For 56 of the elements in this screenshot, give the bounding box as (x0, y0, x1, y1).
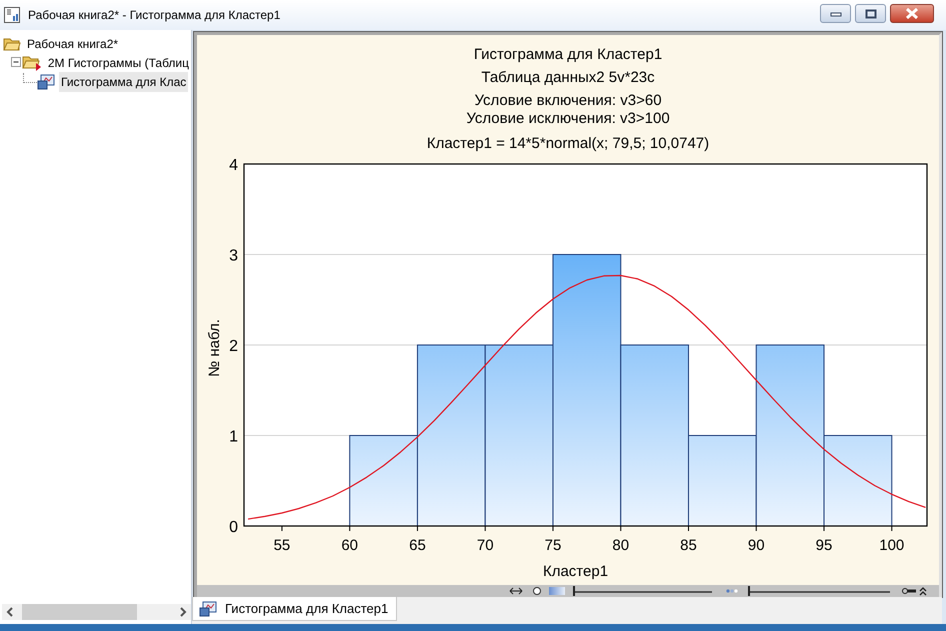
x-tick-mark (688, 526, 689, 532)
x-tick-label: 90 (748, 537, 765, 554)
tree-item[interactable]: Рабочая книга2* (25, 34, 120, 54)
y-tick-label: 3 (229, 248, 238, 264)
slider[interactable] (573, 586, 712, 596)
x-tick-label: 55 (274, 537, 290, 554)
folder-icon (3, 36, 21, 50)
chevron-up-icon[interactable] (919, 587, 927, 596)
tree-item[interactable]: Гистограмма для Клас (59, 72, 188, 92)
slider[interactable] (748, 586, 890, 596)
minimize-button[interactable] (820, 4, 851, 23)
x-tick-mark (416, 526, 418, 532)
color-swatch-icon[interactable] (549, 587, 565, 596)
y-tick-label: 2 (229, 338, 238, 355)
x-tick-mark (620, 526, 622, 532)
collapse-icon[interactable] (11, 57, 21, 68)
graph-icon (199, 600, 217, 617)
x-tick-label: 100 (879, 537, 904, 554)
maximize-icon (864, 8, 876, 18)
dots-icon[interactable] (726, 590, 738, 593)
move-icon[interactable] (510, 588, 522, 595)
scrollbar-thumb[interactable] (22, 604, 137, 620)
window-title: Рабочая книга2* - Гистограмма для Кластер1 (28, 7, 280, 24)
x-tick-mark (552, 526, 554, 532)
x-tick-mark (756, 526, 757, 532)
x-tick-mark (484, 526, 486, 532)
x-tick-mark (281, 526, 282, 532)
graph-icon (37, 74, 55, 90)
y-tick-label: 0 (229, 519, 238, 536)
chart-title-line: Кластер1 = 14*5*normal(x; 79,5; 10,0747) (426, 135, 710, 152)
document-tab[interactable]: Гистограмма для Кластер1 (192, 597, 398, 622)
chart-title-line: Таблица данных2 5v*23c (481, 69, 655, 86)
y-tick-label: 1 (229, 428, 238, 446)
app-icon (4, 7, 20, 23)
x-tick-label: 95 (816, 537, 832, 554)
key-icon[interactable] (902, 588, 916, 594)
x-tick-label: 60 (341, 537, 358, 554)
folder-icon (22, 54, 42, 70)
x-tick-mark (891, 526, 892, 532)
y-axis-label: № набл. (206, 319, 223, 377)
chart-title-line: Условие включения: v3>60 (474, 92, 662, 109)
minimize-icon (830, 10, 842, 16)
x-tick-label: 65 (409, 537, 426, 554)
x-tick-label: 80 (612, 537, 630, 554)
close-icon (905, 8, 919, 19)
chart-title-line: Условие исключения: v3>100 (466, 110, 670, 127)
maximize-button[interactable] (855, 4, 886, 23)
tree-item[interactable]: 2M Гистограммы (Таблиц (46, 52, 191, 72)
x-tick-mark (349, 526, 350, 532)
y-tick-label: 4 (229, 157, 238, 174)
x-axis-label: Кластер1 (542, 563, 608, 580)
chart-title-line: Гистограмма для Кластер1 (474, 46, 662, 63)
x-tick-label: 75 (544, 537, 562, 554)
x-tick-label: 70 (476, 537, 494, 554)
x-tick-label: 85 (680, 537, 697, 554)
close-button[interactable] (890, 4, 934, 23)
